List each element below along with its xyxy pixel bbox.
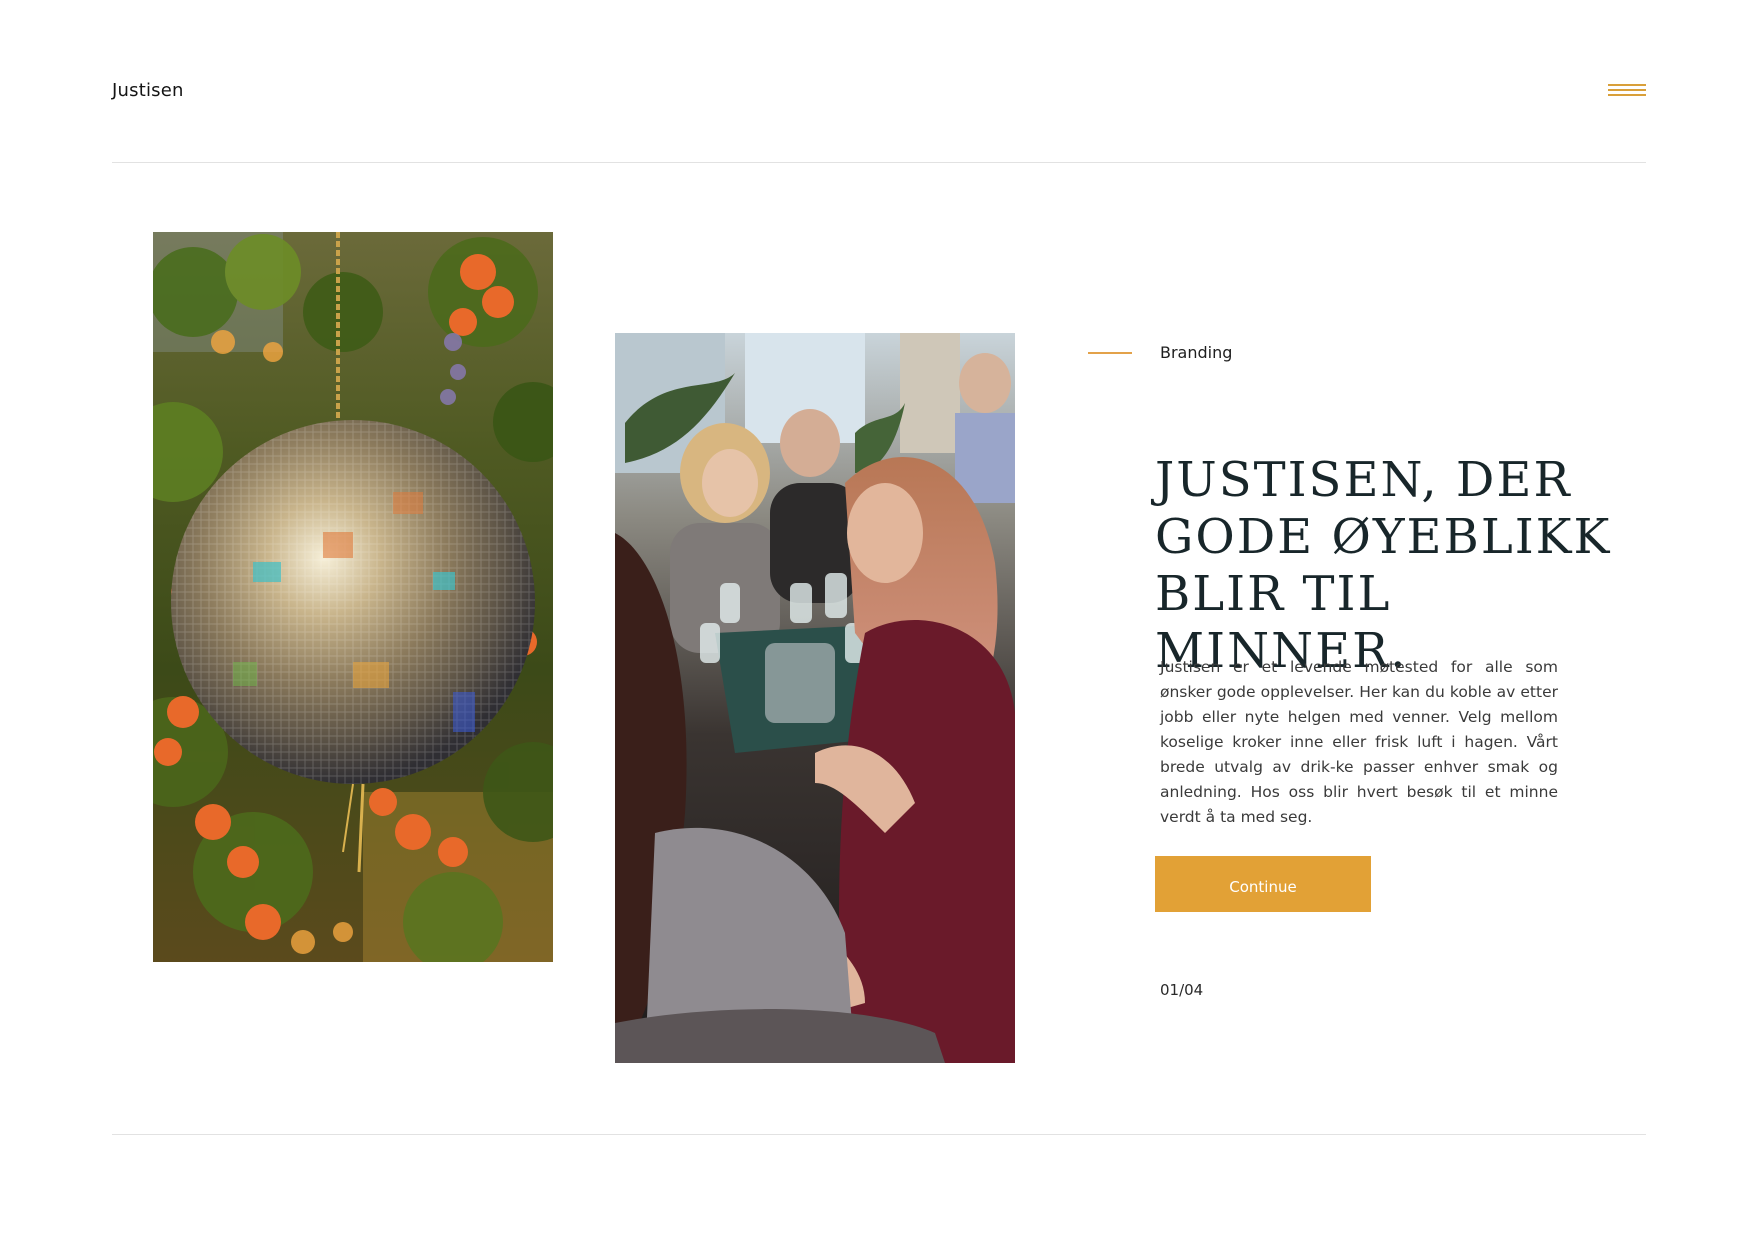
header-divider	[112, 162, 1646, 163]
eyebrow-label: Branding	[1160, 343, 1233, 362]
hero-headline: JUSTISEN, DER GODE ØYEBLIKK BLIR TIL MIN…	[1155, 452, 1612, 679]
eyebrow-line	[1088, 351, 1132, 354]
continue-button[interactable]: Continue	[1155, 856, 1371, 912]
footer-divider	[112, 1134, 1646, 1135]
menu-line	[1608, 84, 1646, 86]
brand-logo[interactable]: Justisen	[112, 80, 184, 101]
hamburger-menu-icon[interactable]	[1608, 82, 1648, 102]
slide-counter: 01/04	[1160, 981, 1204, 999]
eyebrow: Branding	[1088, 343, 1232, 362]
menu-line	[1608, 89, 1646, 91]
guests-at-table-photo	[615, 333, 1015, 1063]
hero-description: Justisen er et levende møtested for alle…	[1160, 658, 1558, 826]
disco-ball-photo	[153, 232, 553, 962]
menu-line	[1608, 94, 1646, 96]
